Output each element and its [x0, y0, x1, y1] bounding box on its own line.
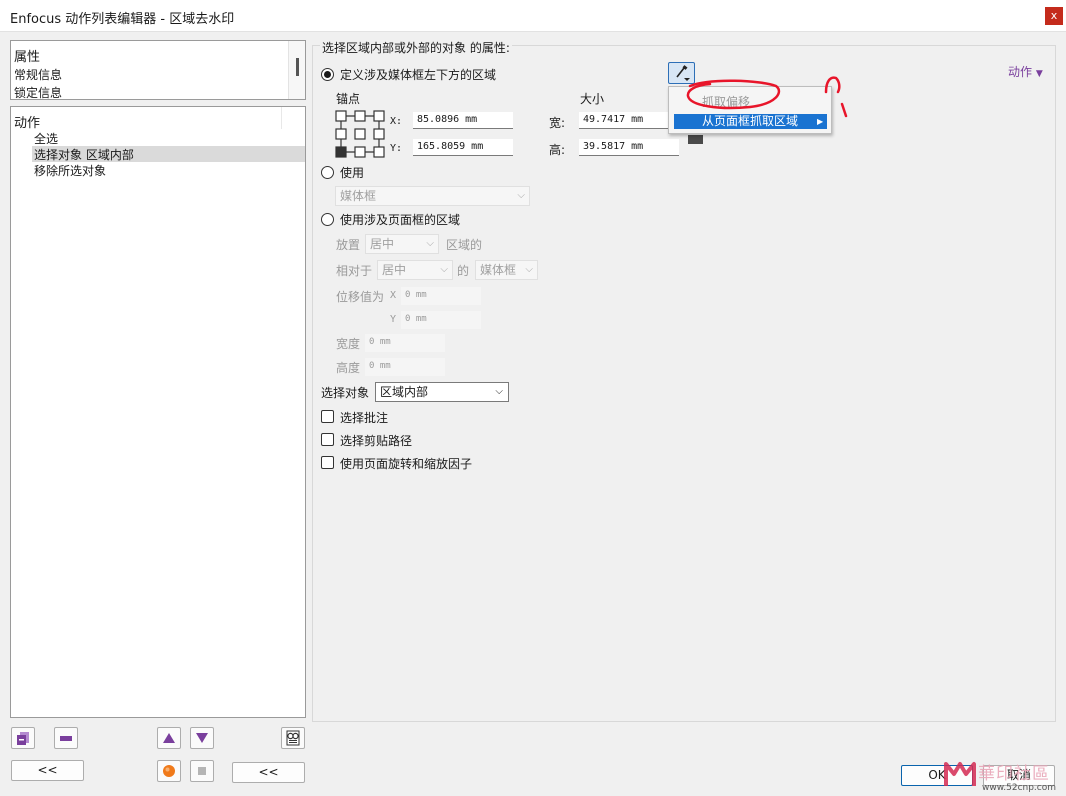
chevron-down-icon: ⌵ [495, 386, 503, 397]
chevron-down-icon: ⌵ [426, 238, 434, 249]
props-item-lock[interactable]: 锁定信息 [14, 84, 62, 101]
place-label: 放置 [336, 238, 361, 252]
move-up-button[interactable] [157, 727, 181, 749]
actions-item-remove[interactable]: 移除所选对象 [34, 162, 106, 179]
chevron-down-icon: ⌵ [517, 190, 525, 201]
offset-x-label: X [390, 290, 397, 301]
radio-use-box[interactable] [321, 166, 334, 179]
watermark-logo-icon [944, 762, 976, 786]
of-label: 的 [457, 264, 470, 278]
height2-input[interactable]: 0 mm [365, 358, 445, 376]
props-item-general[interactable]: 常规信息 [14, 66, 62, 83]
offset-y-label: Y [390, 314, 397, 325]
lock-ratio-icon[interactable] [688, 135, 703, 144]
checkbox-rotation-scale-label: 使用页面旋转和缩放因子 [340, 457, 473, 471]
props-item-properties[interactable]: 属性 [14, 46, 40, 65]
anchor-label: 锚点 [336, 92, 361, 106]
checkbox-clip-paths[interactable] [321, 433, 334, 446]
size-label: 大小 [580, 92, 605, 106]
select-objects-dropdown[interactable]: 区域内部 ⌵ [375, 382, 509, 402]
red-annotation-marks [686, 76, 848, 118]
height-label: 高: [549, 143, 566, 157]
width-input[interactable]: 49.7417 mm [579, 112, 679, 129]
record-icon [163, 765, 175, 777]
chevron-down-icon: ⌵ [525, 264, 533, 275]
of-select-value: 媒体框 [480, 263, 517, 277]
radio-use-box-label: 使用 [340, 166, 365, 180]
height2-label: 高度 [336, 361, 361, 375]
y-input[interactable]: 165.8059 mm [413, 139, 513, 156]
arrow-up-icon [163, 733, 175, 743]
checkbox-annotations-label: 选择批注 [340, 411, 389, 425]
glasses-icon [286, 730, 300, 746]
checkbox-clip-paths-label: 选择剪贴路径 [340, 434, 413, 448]
window-title: Enfocus 动作列表编辑器 - 区域去水印 [10, 12, 235, 27]
width2-label: 宽度 [336, 337, 361, 351]
checkbox-rotation-scale[interactable] [321, 456, 334, 469]
props-scroll-thumb[interactable] [296, 58, 299, 76]
watermark-url: www.52cnp.com [982, 783, 1057, 793]
move-down-button[interactable] [190, 727, 214, 749]
arrow-down-icon [196, 733, 208, 743]
stop-button[interactable] [190, 760, 214, 782]
anchor-grid[interactable] [335, 110, 385, 158]
height-input[interactable]: 39.5817 mm [579, 139, 679, 156]
actions-link[interactable]: 动作 ▼ [1008, 63, 1043, 80]
place-select[interactable]: 居中 ⌵ [365, 234, 439, 254]
width-label: 宽: [549, 116, 566, 130]
select-objects-value: 区域内部 [380, 385, 429, 399]
stop-icon [198, 767, 206, 775]
actions-list: 动作 全选 选择对象 区域内部 移除所选对象 [10, 106, 306, 718]
dropdown-arrow-icon: ▼ [1035, 69, 1043, 79]
collapse-button-2[interactable]: << [232, 762, 305, 783]
actions-link-label: 动作 [1008, 65, 1033, 79]
add-action-button[interactable] [11, 727, 35, 749]
close-button[interactable]: x [1045, 7, 1063, 25]
actions-item-select-region[interactable]: 选择对象 区域内部 [32, 146, 305, 162]
radio-define-region-label: 定义涉及媒体框左下方的区域 [340, 68, 497, 82]
props-scrollbar[interactable] [288, 41, 305, 99]
region-of-label: 区域的 [446, 238, 483, 252]
title-bar: Enfocus 动作列表编辑器 - 区域去水印 x [0, 0, 1066, 32]
radio-define-region[interactable] [321, 68, 334, 81]
actions-item-select-all[interactable]: 全选 [34, 130, 58, 147]
relative-select[interactable]: 居中 ⌵ [377, 260, 453, 280]
minus-icon [60, 736, 72, 741]
group-title: 选择区域内部或外部的对象 的属性: [320, 39, 512, 56]
offset-label: 位移值为 [336, 290, 385, 304]
of-select[interactable]: 媒体框 ⌵ [475, 260, 538, 280]
collapse-button[interactable]: << [11, 760, 84, 781]
actions-header-gutter [281, 107, 305, 129]
select-objects-label: 选择对象 [321, 386, 370, 400]
preview-button[interactable] [281, 727, 305, 749]
x-input[interactable]: 85.0896 mm [413, 112, 513, 129]
relative-select-value: 居中 [382, 263, 407, 277]
chevron-down-icon: ⌵ [440, 264, 448, 275]
offset-x-input[interactable]: 0 mm [401, 287, 481, 305]
radio-page-box-label: 使用涉及页面框的区域 [340, 213, 461, 227]
radio-page-box[interactable] [321, 213, 334, 226]
actions-item-root[interactable]: 动作 [14, 112, 40, 131]
remove-action-button[interactable] [54, 727, 78, 749]
stack-add-icon [17, 732, 29, 745]
relative-label: 相对于 [336, 264, 373, 278]
box-select-value: 媒体框 [340, 189, 377, 203]
x-label: X: [390, 116, 403, 127]
y-label: Y: [390, 143, 403, 154]
watermark-text: 華印社區 [978, 764, 1050, 784]
offset-y-input[interactable]: 0 mm [401, 311, 481, 329]
record-button[interactable] [157, 760, 181, 782]
checkbox-annotations[interactable] [321, 410, 334, 423]
place-select-value: 居中 [370, 237, 395, 251]
site-watermark: 華印社區 www.52cnp.com [940, 758, 1066, 796]
width2-input[interactable]: 0 mm [365, 334, 445, 352]
properties-list: 属性 常规信息 锁定信息 [10, 40, 306, 100]
box-select[interactable]: 媒体框 ⌵ [335, 186, 530, 206]
